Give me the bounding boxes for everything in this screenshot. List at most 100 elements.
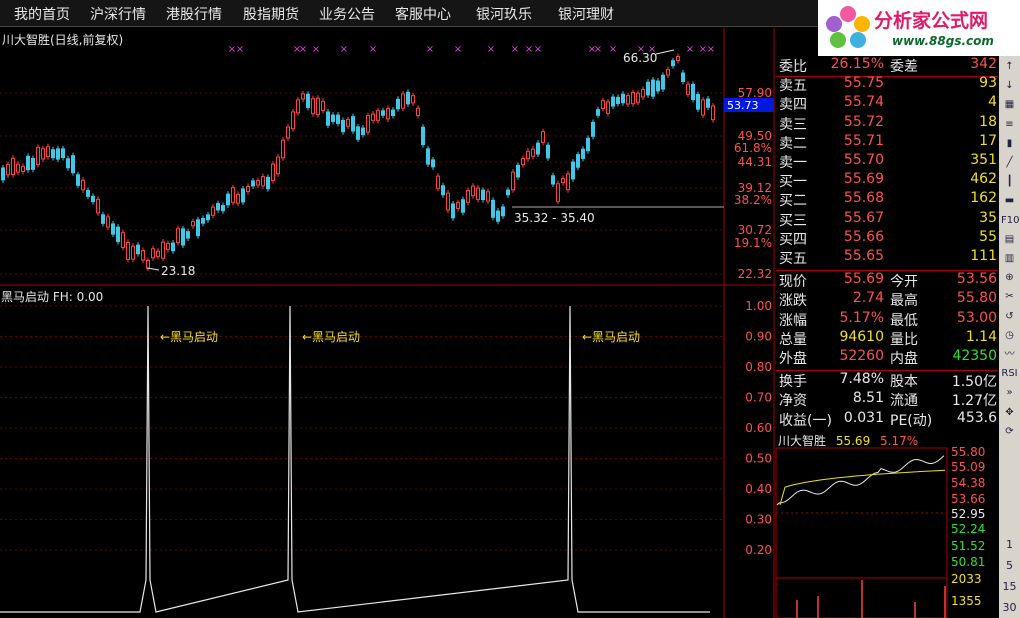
grid-icon[interactable]: ▦ [1001,96,1018,113]
quote-value: 0.031 [843,409,884,426]
range-label: 35.32 - 35.40 [514,211,595,225]
quote-value: 55.74 [843,94,884,111]
intraday-axis-mid: 52.95 [951,507,985,521]
flower-logo-icon [826,6,870,48]
arrows-icon[interactable]: ✥ [1001,404,1018,421]
quote-row: 收益(一) 0.031 PE(动) 453.6 [776,410,998,429]
quote-value: 5.17% [839,309,884,326]
quote-value-2: 55.80 [956,290,997,307]
low-price-label: 23.18 [161,264,195,278]
signal-marker: × [686,44,694,55]
signal-marker: × [511,44,519,55]
clock-icon[interactable]: ◷ [1001,327,1018,344]
signal-marker: × [340,44,348,55]
quote-value-2: 1.14 [965,328,997,345]
quote-label-2: 委差 [890,59,918,75]
quote-value: 55.70 [843,152,884,168]
intraday-title: 川大智胜 55.69 5.17% [778,432,918,449]
down-arrow-icon[interactable]: ↓ [1001,77,1018,94]
quote-value: 55.65 [843,248,884,264]
signal-marker: × [236,44,244,55]
quote-value-2: 35 [979,209,997,226]
signal-marker: × [487,44,495,55]
quote-row: 卖五 55.75 93 [776,75,998,94]
quote-value-2: 17 [979,132,997,149]
logo-url: www.88gs.com [892,34,994,48]
indicator-axis-label: 0.40 [745,482,772,496]
quote-row: 买五 55.65 111 [776,248,998,267]
kline-chart[interactable]: × × ×× × × × × × × × × × ×× × × × × × × ←黑马启动 ←黑马启动 ←黑马启动 57… [0,0,776,618]
price-axis-label: 57.90 [738,86,772,100]
quote-label: 净资 [779,393,807,410]
quote-label: 涨跌 [779,293,807,310]
logo-text: 分析家公式网 [874,10,989,32]
intraday-axis-label: 55.80 [951,445,985,459]
quote-value-2: 453.6 [956,409,997,426]
quote-value-2: 55 [979,228,997,245]
indicator-axis-label: 1.00 [745,299,772,313]
quote-value-2: 1.27亿 [951,393,997,410]
right-toolbar: ↑ ↓ ▦ ≡ ▮ ╱ ┃ ▬ F10 ▤ ▥ ⊕ ✂ ↺ ◷ 〰 RSI» ✥ ⟳ 1 5 15 30 [999,56,1020,618]
flat-icon[interactable]: ▬ [1001,192,1018,209]
intraday-axis-label: 52.24 [951,522,985,536]
quote-row: 买四 55.66 55 [776,229,998,248]
volume-axis-label: 2033 [951,572,982,586]
back-icon[interactable]: ↺ [1001,308,1018,325]
intraday-axis-label: 50.81 [951,555,985,569]
line-icon[interactable]: ╱ [1001,154,1018,171]
zoom-icon[interactable]: ⊕ [1001,269,1018,286]
fast-icon[interactable]: » [1001,384,1018,401]
rsi-icon[interactable]: RSI [1001,365,1018,382]
quote-label: 卖三 [779,116,807,133]
indicator-axis-label: 0.20 [745,543,772,557]
quote-panel: 委比 26.15% 委差 342 卖五 55.75 93 卖四 55.74 4 卖三 55.72 18 卖… [776,56,998,431]
signal-marker: × [426,44,434,55]
quote-value: 55.69 [843,271,884,288]
quote-value-2: 342 [970,56,997,72]
f10-icon[interactable]: F10 [1001,212,1019,229]
quote-value: 55.72 [843,113,884,130]
signal-marker: × [369,44,377,55]
quote-label-2: 流通 [890,393,918,410]
scissor-icon[interactable]: ✂ [1001,288,1018,305]
period-button[interactable]: 5 [1001,557,1018,574]
candle-icon[interactable]: ┃ [1001,173,1018,190]
page-icon[interactable]: ▥ [1001,250,1018,267]
quote-label: 外盘 [779,351,807,367]
intraday-pct: 5.17% [880,434,919,448]
list-icon[interactable]: ≡ [1001,116,1018,133]
signal-marker: × [454,44,462,55]
quote-label: 买四 [779,231,807,248]
quote-value: 55.66 [843,228,884,245]
bar-icon[interactable]: ▮ [1001,135,1018,152]
quote-label: 卖四 [779,97,807,114]
quote-row: 卖四 55.74 4 [776,94,998,113]
signal-marker: × [299,44,307,55]
quote-row: 卖一 55.70 351 [776,152,998,171]
period-button[interactable]: 30 [1001,599,1018,616]
site-logo: 分析家公式网 www.88gs.com [818,0,1020,56]
quote-label-2: 最低 [890,312,918,329]
quote-value: 7.48% [839,371,884,388]
quote-value-2: 42350 [952,348,997,364]
quote-label: 卖二 [779,135,807,152]
signal-marker: × [312,44,320,55]
quote-value: 26.15% [830,56,884,72]
quote-value: 94610 [839,328,884,345]
up-arrow-icon[interactable]: ↑ [1001,58,1018,75]
price-axis-label: 30.72 [738,223,772,237]
doc-icon[interactable]: ▤ [1001,231,1018,248]
wave-icon[interactable]: 〰 [1001,346,1018,363]
quote-row: 现价 55.69 今开 53.56 [776,271,998,290]
price-axis-label: 44.31 [738,155,772,169]
quote-label: 买五 [779,251,807,267]
period-button[interactable]: 15 [1001,578,1018,595]
quote-row: 涨幅 5.17% 最低 53.00 [776,310,998,329]
period-button[interactable]: 1 [1001,536,1018,553]
quote-value-2: 111 [970,248,997,264]
indicator-axis-label: 0.90 [745,330,772,344]
fib-axis-label: 19.1% [734,236,772,250]
quote-value: 2.74 [852,290,884,307]
quote-value-2: 53.00 [956,309,997,326]
refresh-icon[interactable]: ⟳ [1001,423,1018,440]
